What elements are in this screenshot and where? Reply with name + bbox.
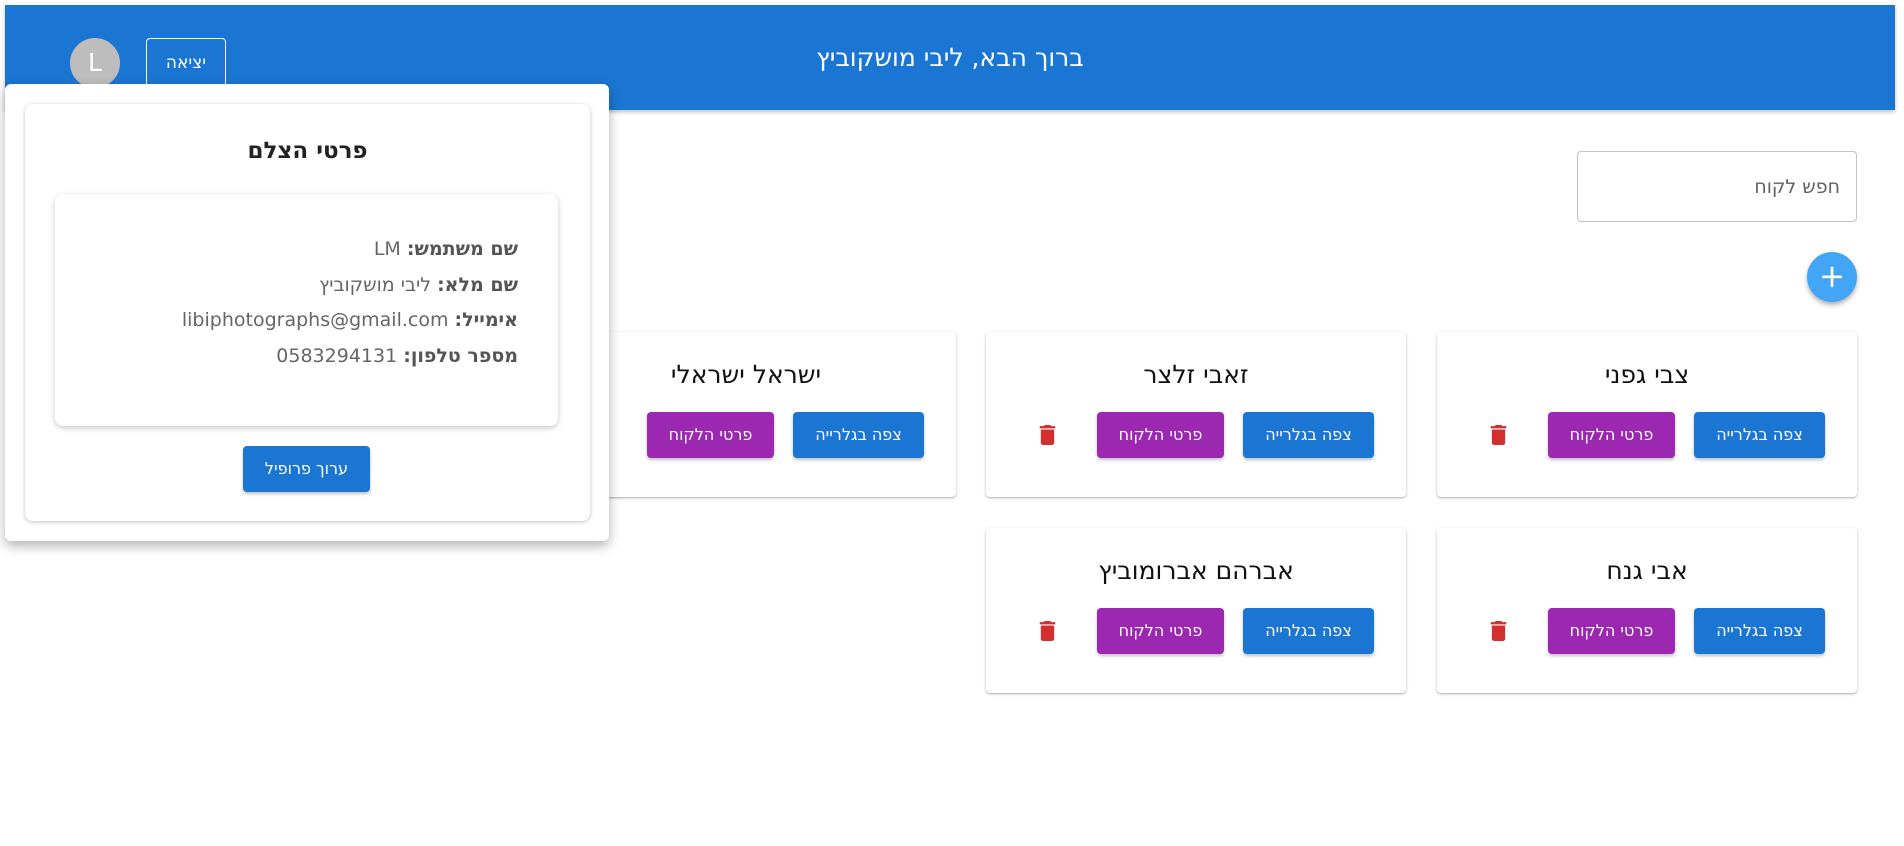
client-card: צבי גפני צפה בגלרייה פרטי הלקוח: [1437, 332, 1857, 497]
client-name: זאבי זלצר: [1143, 360, 1249, 389]
photographer-profile-popover: פרטי הצלם שם משתמש: LM שם מלא: ליבי מושק…: [5, 84, 609, 541]
profile-info-box: שם משתמש: LM שם מלא: ליבי מושקוביץ אימיי…: [55, 194, 558, 426]
client-card: אבי גנח צפה בגלרייה פרטי הלקוח: [1437, 528, 1857, 693]
add-client-button[interactable]: +: [1807, 252, 1857, 302]
view-gallery-button[interactable]: צפה בגלרייה: [1694, 412, 1825, 458]
edit-profile-button[interactable]: ערוך פרופיל: [243, 446, 370, 492]
view-gallery-button[interactable]: צפה בגלרייה: [793, 412, 924, 458]
client-details-button[interactable]: פרטי הלקוח: [1548, 608, 1675, 654]
email-label: אימייל:: [454, 309, 518, 331]
delete-icon[interactable]: [1490, 621, 1507, 641]
client-name: אברהם אברומוביץ: [1098, 556, 1294, 585]
user-avatar[interactable]: L: [70, 38, 120, 88]
client-details-button[interactable]: פרטי הלקוח: [1097, 412, 1224, 458]
client-name: צבי גפני: [1604, 360, 1690, 389]
email-value: libiphotographs@gmail.com: [181, 309, 449, 331]
fullname-row: שם מלא: ליבי מושקוביץ: [319, 274, 518, 296]
client-details-button[interactable]: פרטי הלקוח: [647, 412, 774, 458]
client-search-input[interactable]: [1577, 151, 1857, 222]
username-value: LM: [373, 238, 401, 260]
profile-card: פרטי הצלם שם משתמש: LM שם מלא: ליבי מושק…: [25, 104, 590, 521]
username-row: שם משתמש: LM: [374, 238, 518, 260]
client-details-button[interactable]: פרטי הלקוח: [1548, 412, 1675, 458]
view-gallery-button[interactable]: צפה בגלרייה: [1243, 608, 1374, 654]
client-details-button[interactable]: פרטי הלקוח: [1097, 608, 1224, 654]
client-name: אבי גנח: [1606, 556, 1688, 585]
phone-row: מספר טלפון: 0583294131: [276, 345, 518, 367]
welcome-title: ברוך הבא, ליבי מושקוביץ: [816, 43, 1084, 72]
fullname-value: ליבי מושקוביץ: [319, 274, 432, 296]
delete-icon[interactable]: [1490, 425, 1507, 445]
logout-button[interactable]: יציאה: [146, 38, 226, 88]
delete-icon[interactable]: [1039, 621, 1056, 641]
fullname-label: שם מלא:: [437, 274, 518, 296]
plus-icon: +: [1818, 257, 1846, 295]
profile-title: פרטי הצלם: [247, 138, 368, 164]
username-label: שם משתמש:: [406, 238, 518, 260]
email-row: אימייל: libiphotographs@gmail.com: [182, 309, 518, 331]
view-gallery-button[interactable]: צפה בגלרייה: [1243, 412, 1374, 458]
client-card: זאבי זלצר צפה בגלרייה פרטי הלקוח: [986, 332, 1406, 497]
phone-value: 0583294131: [276, 345, 398, 367]
client-card: אברהם אברומוביץ צפה בגלרייה פרטי הלקוח: [986, 528, 1406, 693]
delete-icon[interactable]: [1039, 425, 1056, 445]
phone-label: מספר טלפון:: [403, 345, 518, 367]
view-gallery-button[interactable]: צפה בגלרייה: [1694, 608, 1825, 654]
